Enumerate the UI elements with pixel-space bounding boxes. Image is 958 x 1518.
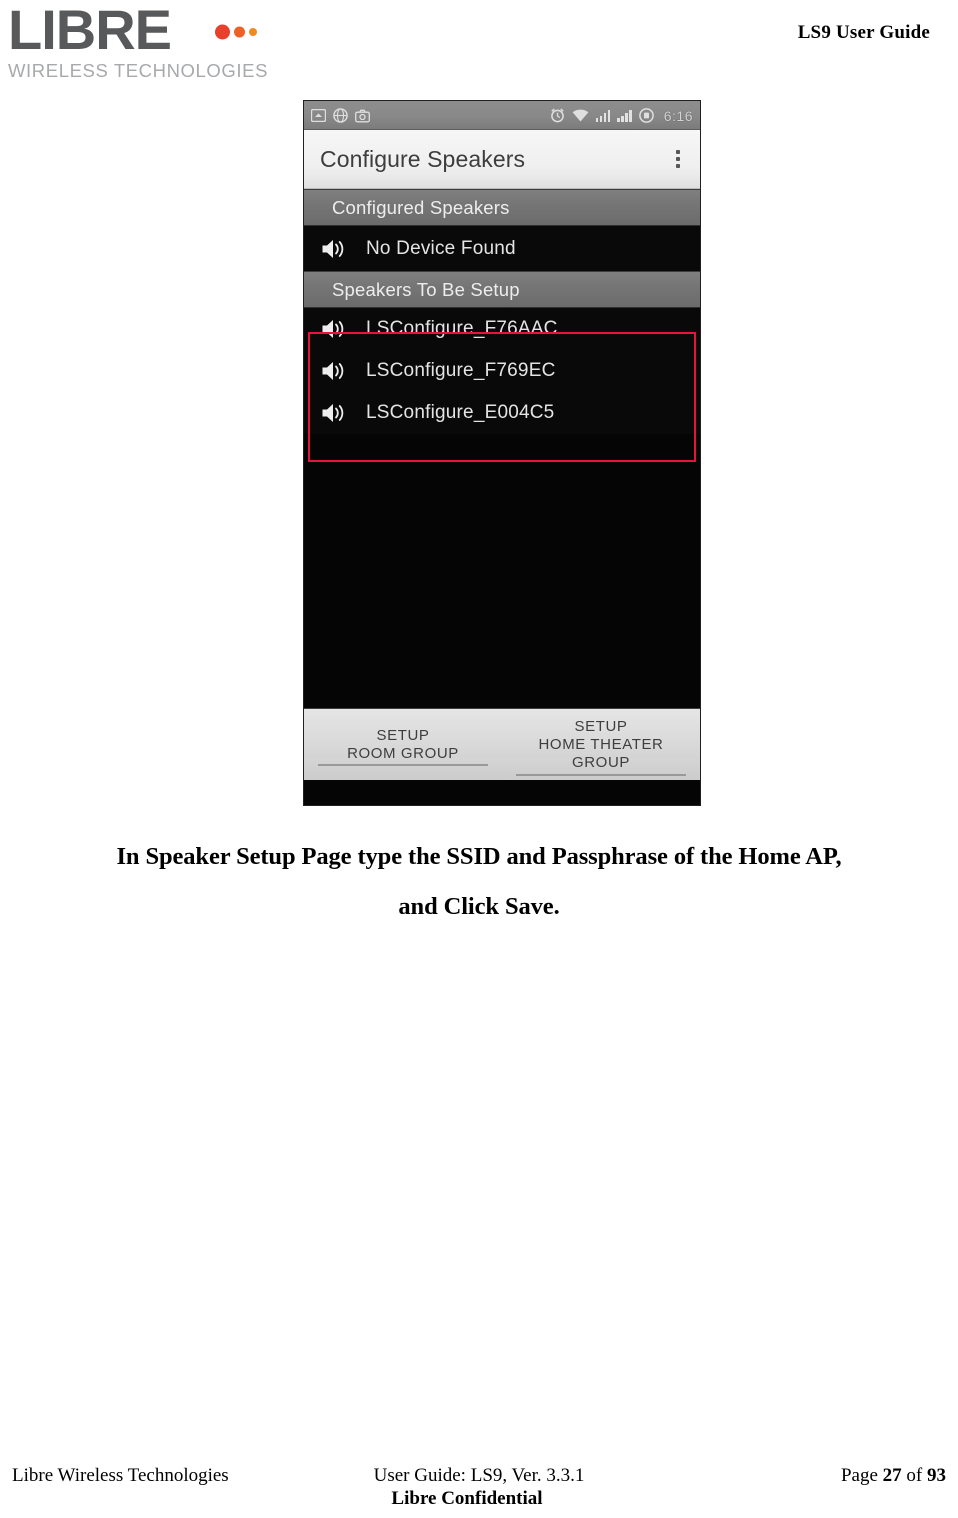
overflow-menu-icon[interactable] (666, 144, 690, 174)
page-of: of (901, 1465, 927, 1486)
speaker-icon (304, 359, 366, 383)
caption-line-1: In Speaker Setup Page type the SSID and … (116, 843, 842, 870)
tab-setup-room-group[interactable]: SETUP ROOM GROUP (304, 709, 502, 780)
tab-label-line2: HOME THEATER (538, 735, 664, 753)
caption-line-2: and Click Save. (398, 893, 560, 920)
status-bar-clock: 6:16 (663, 107, 693, 124)
list-item[interactable]: LSConfigure_F76AAC (304, 308, 700, 350)
document-title: LS9 User Guide (797, 22, 930, 43)
logo-dots-icon (215, 23, 261, 41)
section-header-speakers-to-be-setup: Speakers To Be Setup (304, 271, 700, 308)
list-item-label: LSConfigure_E004C5 (366, 402, 555, 423)
speakers-to-be-setup-list: LSConfigure_F76AAC LSConfigure_F769EC LS… (304, 308, 700, 434)
app-action-bar: Configure Speakers (304, 130, 700, 189)
page-footer: Libre Wireless Technologies User Guide: … (0, 1465, 958, 1510)
wifi-icon (572, 109, 589, 122)
status-bar-right-icons: 6:16 (550, 108, 693, 124)
list-item[interactable]: LSConfigure_F769EC (304, 350, 700, 392)
libre-logo: LIBRE WIRELESS TECHNOLOGIES (8, 0, 269, 82)
list-item[interactable]: No Device Found (304, 226, 700, 271)
list-item-label: LSConfigure_F76AAC (366, 318, 558, 339)
logo-wordmark: LIBRE (8, 0, 261, 61)
list-item-label: LSConfigure_F769EC (366, 360, 556, 381)
screenshot-icon (310, 108, 327, 123)
android-status-bar: 6:16 (304, 101, 700, 130)
page-current: 27 (882, 1465, 902, 1486)
logo-word-text: LIBRE (8, 0, 172, 61)
bottom-tab-bar: SETUP ROOM GROUP SETUP HOME THEATER GROU… (304, 708, 700, 780)
list-item[interactable]: LSConfigure_E004C5 (304, 392, 700, 434)
speaker-icon (304, 401, 366, 425)
page-header: LIBRE WIRELESS TECHNOLOGIES LS9 User Gui… (0, 0, 958, 92)
signal-bars-icon (595, 109, 611, 122)
phone-screenshot: 6:16 Configure Speakers Configured Speak… (303, 100, 701, 806)
tab-label-line1: SETUP (574, 717, 628, 735)
tab-label-line2: ROOM GROUP (347, 744, 459, 762)
logo-tagline: WIRELESS TECHNOLOGIES (8, 60, 269, 81)
footer-guide-version: User Guide: LS9, Ver. 3.3.1 (373, 1465, 585, 1486)
configured-speakers-list: No Device Found (304, 226, 700, 271)
empty-list-area (304, 434, 700, 708)
battery-icon (638, 108, 654, 123)
speaker-icon (304, 237, 366, 261)
figure-caption: In Speaker Setup Page type the SSID and … (42, 832, 916, 932)
list-item-label: No Device Found (366, 237, 516, 259)
tab-label-line3: GROUP (571, 753, 630, 771)
browser-icon (333, 108, 348, 123)
section-header-configured-speakers: Configured Speakers (304, 189, 700, 226)
footer-company: Libre Wireless Technologies (12, 1465, 229, 1486)
speaker-icon (304, 317, 366, 341)
alarm-clock-icon (550, 108, 565, 123)
tab-label-line1: SETUP (376, 726, 430, 744)
camera-icon (355, 109, 370, 123)
tab-setup-home-theater-group[interactable]: SETUP HOME THEATER GROUP (502, 709, 700, 780)
page-prefix: Page (840, 1465, 883, 1486)
status-bar-left-icons (310, 108, 370, 123)
footer-confidential-notice: Libre Confidential (391, 1488, 543, 1509)
page-title: Configure Speakers (320, 145, 526, 172)
signal-bars-icon (617, 109, 632, 122)
footer-page-number: Page 27 of 93 (646, 1465, 946, 1487)
page-total: 93 (927, 1465, 946, 1486)
